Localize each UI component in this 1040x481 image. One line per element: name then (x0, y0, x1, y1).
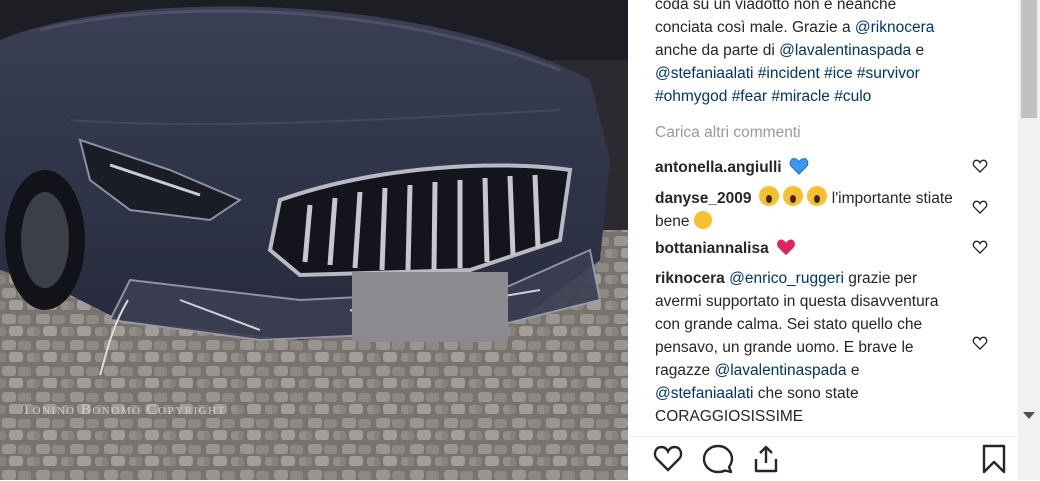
hashtag-links[interactable]: #incident #ice #survivor (753, 65, 920, 82)
like-comment-heart-icon[interactable] (972, 158, 988, 174)
comment-username[interactable]: bottaniannalisa (655, 240, 769, 257)
caption-line-3: anche da parte di @lavalentinaspada e (655, 42, 925, 59)
comment-item: riknocera @enrico_ruggeri grazie per ave… (655, 267, 960, 428)
load-more-comments-link[interactable]: Carica altri commenti (655, 124, 801, 142)
comment-text: e (846, 362, 860, 379)
post-photo[interactable]: Tonino Bonomo Copyright (0, 0, 628, 480)
blue-heart-icon (789, 158, 809, 175)
scream-emoji-icon (783, 186, 804, 206)
mention-link[interactable]: @riknocera (855, 19, 934, 36)
page-scrollbar[interactable] (1018, 0, 1040, 480)
smile-emoji-icon (693, 211, 712, 229)
mention-link[interactable]: @stefaniaalati (655, 385, 753, 402)
comment-username[interactable]: riknocera (655, 270, 725, 287)
scream-emoji-icon (807, 186, 828, 206)
post-caption: coda su un viadotto non è neanche concia… (655, 0, 975, 108)
caption-line-2: conciata così male. Grazie a @riknocera (655, 19, 935, 36)
like-comment-heart-icon[interactable] (972, 199, 988, 215)
caption-line-4: @stefaniaalati #incident #ice #survivor (655, 62, 975, 85)
comment-item: antonella.angiulli (655, 156, 955, 179)
comment-username[interactable]: antonella.angiulli (655, 159, 782, 176)
scroll-down-arrow-icon[interactable] (1023, 412, 1035, 419)
scrollbar-thumb[interactable] (1021, 0, 1037, 118)
mention-link[interactable]: @lavalentinaspada (779, 42, 911, 59)
photo-watermark: Tonino Bonomo Copyright (22, 402, 226, 418)
scream-emoji-icon (758, 186, 779, 206)
mention-link[interactable]: @lavalentinaspada (714, 362, 846, 379)
red-heart-icon (777, 239, 795, 256)
like-comment-heart-icon[interactable] (972, 335, 988, 351)
comment-item: bottaniannalisa (655, 237, 955, 260)
like-icon[interactable] (652, 443, 684, 475)
save-icon[interactable] (978, 443, 1010, 475)
caption-line-1: coda su un viadotto non è neanche (655, 0, 897, 13)
comment-item: danyse_2009 l'importante stiate bene (655, 186, 955, 233)
comment-icon[interactable] (702, 443, 734, 475)
post-action-bar (628, 436, 1018, 481)
like-comment-heart-icon[interactable] (972, 239, 988, 255)
mention-link[interactable]: @stefaniaalati (655, 65, 753, 82)
share-icon[interactable] (750, 443, 782, 475)
comment-username[interactable]: danyse_2009 (655, 190, 752, 207)
comments-panel: coda su un viadotto non è neanche concia… (628, 0, 1018, 480)
hashtag-links[interactable]: #ohmygod #fear #miracle #culo (655, 85, 975, 108)
mention-link[interactable]: @enrico_ruggeri (729, 270, 844, 287)
